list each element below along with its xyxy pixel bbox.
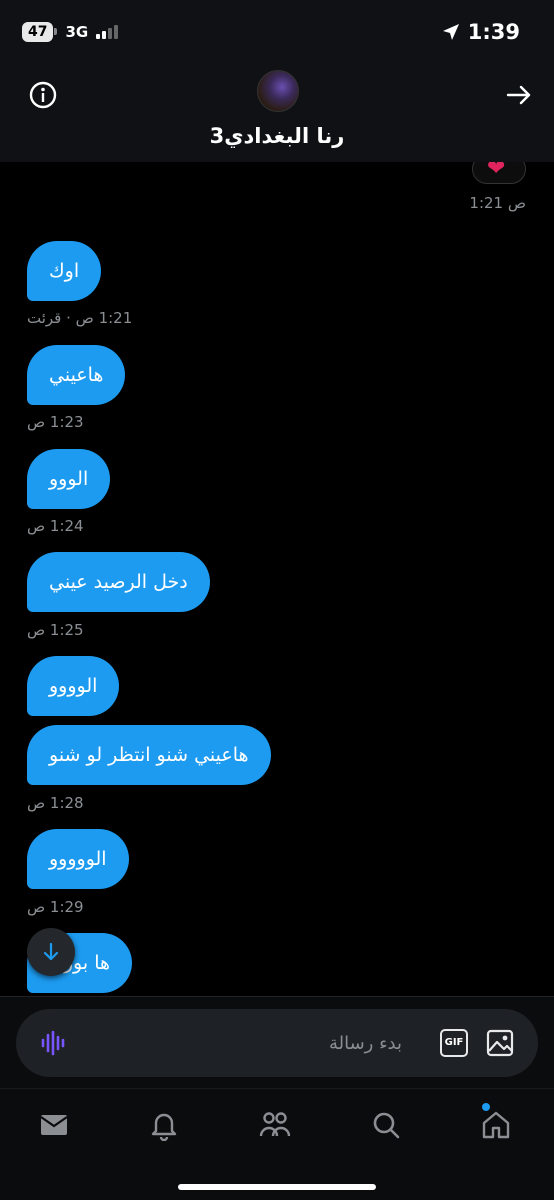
scroll-to-bottom-button[interactable]: [27, 928, 75, 976]
message-list[interactable]: ❤ 1:21 ص اوك 1:21 ص · قرئت هاعيني 1:23 ص…: [0, 162, 554, 996]
received-message[interactable]: دخل الرصيد عيني: [27, 552, 210, 612]
sent-message-time: 1:21 ص: [469, 194, 526, 212]
message-time: 1:21 ص · قرئت: [27, 309, 133, 327]
image-icon[interactable]: [486, 1029, 514, 1057]
tab-communities[interactable]: [258, 1109, 292, 1143]
status-bar: 47 3G 1:39: [0, 0, 554, 60]
mail-icon: [40, 1115, 68, 1135]
received-message[interactable]: الوووو: [27, 656, 120, 716]
composer-area: GIF: [0, 996, 554, 1088]
message-time: 1:28 ص: [27, 794, 84, 812]
message-input[interactable]: [142, 1028, 402, 1058]
info-button[interactable]: [28, 80, 58, 110]
avatar[interactable]: [257, 70, 299, 112]
info-icon: [29, 81, 57, 109]
clock: 1:39: [467, 20, 520, 44]
search-icon: [373, 1112, 400, 1139]
received-message[interactable]: هاعيني شنو انتظر لو شنو: [27, 725, 271, 785]
people-icon: [259, 1112, 291, 1137]
received-message[interactable]: الووووو: [27, 829, 129, 889]
message-time: 1:29 ص: [27, 898, 84, 916]
heart-icon: ❤: [487, 162, 506, 181]
location-arrow-icon: [442, 24, 459, 40]
message-time: 1:25 ص: [27, 621, 84, 639]
bell-icon: [151, 1113, 177, 1141]
message-time: 1:24 ص: [27, 517, 84, 535]
gif-button[interactable]: GIF: [440, 1029, 468, 1057]
received-message[interactable]: الووو: [27, 449, 111, 509]
conversation-header: رنا البغدادي3: [0, 60, 554, 162]
tab-search[interactable]: [370, 1109, 404, 1143]
contact-name[interactable]: رنا البغدادي3: [0, 124, 554, 148]
tab-messages[interactable]: [38, 1109, 72, 1143]
signal-icon: [96, 25, 119, 39]
message-composer: GIF: [16, 1009, 538, 1077]
tab-notifications[interactable]: [148, 1109, 182, 1143]
battery-indicator: 47: [22, 22, 59, 42]
dm-conversation-screen: 47 3G 1:39 رنا البغدادي3 ❤ 1:21 ص اوك 1:…: [0, 0, 554, 1200]
back-button[interactable]: [504, 80, 534, 110]
arrow-right-icon: [506, 85, 531, 105]
received-message[interactable]: اوك: [27, 241, 102, 301]
tab-home[interactable]: [480, 1109, 514, 1143]
voice-wave-icon[interactable]: [40, 1029, 68, 1057]
received-message[interactable]: هاعيني: [27, 345, 126, 405]
home-icon: [482, 1111, 510, 1139]
sent-reaction-bubble[interactable]: ❤: [472, 162, 526, 184]
network-type: 3G: [65, 23, 89, 41]
gif-icon: GIF: [444, 1037, 464, 1048]
arrow-down-icon: [43, 942, 59, 961]
bottom-tab-bar: [0, 1088, 554, 1200]
message-time: 1:23 ص: [27, 413, 84, 431]
home-indicator: [178, 1184, 376, 1190]
